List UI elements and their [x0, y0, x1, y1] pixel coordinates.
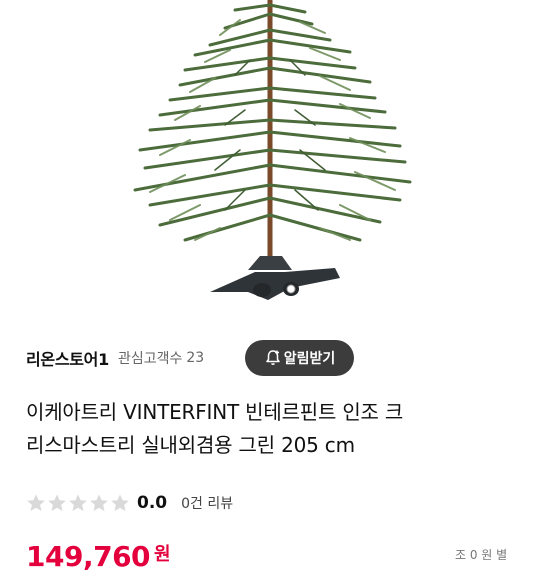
- store-row: 리온스토어1 관심고객수 23 알림받기: [26, 340, 536, 376]
- star-icon: [48, 494, 66, 511]
- christmas-tree-illustration: [133, 0, 412, 300]
- review-count-link[interactable]: 0건 리뷰: [181, 493, 233, 513]
- alert-subscribe-button[interactable]: 알림받기: [245, 340, 354, 376]
- rating-row[interactable]: 0.0 0건 리뷰: [26, 490, 233, 516]
- product-title-line: 리스마스트리 실내외겸용 그린 205 cm: [26, 433, 355, 457]
- star-icon: [90, 494, 108, 511]
- bell-plus-icon: [265, 350, 280, 365]
- product-image[interactable]: [0, 0, 553, 322]
- follower-label: 관심고객수: [117, 351, 183, 367]
- product-title-line: 이케아트리 VINTERFINT 빈테르핀트 인조 크: [26, 400, 404, 424]
- star-icon: [27, 494, 45, 511]
- rating-score: 0.0: [137, 493, 168, 513]
- star-icon: [111, 494, 129, 511]
- follower-count: 23: [186, 350, 205, 366]
- price-meta: 조 0 원 별: [455, 548, 508, 562]
- alert-button-label: 알림받기: [283, 351, 336, 367]
- price-amount: 149,760: [26, 540, 151, 573]
- price-currency: 원: [154, 544, 171, 565]
- price-row: 149,760 원: [26, 540, 171, 573]
- store-name[interactable]: 리온스토어1: [26, 346, 109, 370]
- star-icon: [69, 494, 87, 511]
- product-title: 이케아트리 VINTERFINT 빈테르핀트 인조 크 리스마스트리 실내외겸용…: [26, 396, 531, 462]
- star-rating: [26, 493, 131, 513]
